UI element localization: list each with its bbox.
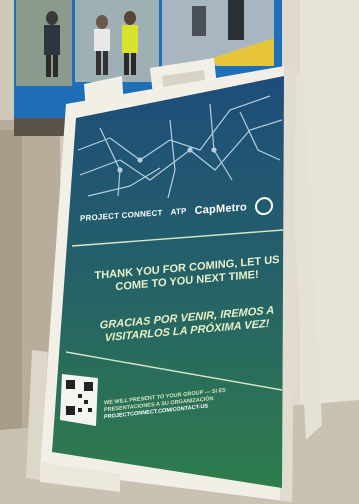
- photo-scene: Project Connect ATP CapMetro Thank you f…: [0, 0, 359, 504]
- sign-panel: [52, 76, 284, 488]
- scene-graphics: [0, 0, 359, 504]
- qr-code: [60, 374, 98, 426]
